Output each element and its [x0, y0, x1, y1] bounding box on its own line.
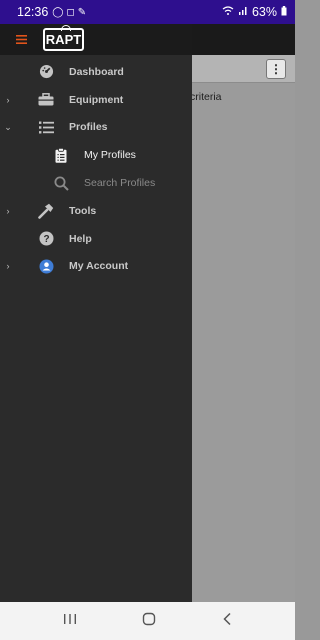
chevron-right-icon[interactable]: ›: [4, 95, 12, 105]
background-text: ch criteria: [176, 91, 222, 103]
sidebar-item-equipment[interactable]: › Equipment: [0, 86, 192, 114]
search-icon: [53, 175, 69, 191]
hammer-icon: [38, 203, 54, 219]
account-icon: [38, 258, 54, 274]
list-icon: [38, 119, 54, 135]
battery-level: 63%: [251, 5, 277, 19]
sidebar-item-my-account[interactable]: › My Account: [0, 253, 192, 281]
back-button[interactable]: [222, 612, 232, 631]
chevron-down-icon[interactable]: ⌄: [4, 122, 12, 133]
drawer-nav: Dashboard › Equipment ⌄ Profiles My Prof…: [0, 55, 192, 280]
svg-text:?: ?: [43, 234, 49, 245]
recent-apps-button[interactable]: [63, 612, 77, 630]
battery-icon: [281, 5, 287, 19]
status-time: 12:36: [17, 5, 49, 19]
hamburger-menu-icon[interactable]: [16, 33, 30, 46]
clipboard-icon: [53, 147, 69, 163]
sidebar-item-tools[interactable]: › Tools: [0, 197, 192, 225]
app-logo[interactable]: RAPT: [43, 25, 84, 51]
status-bar: 12:36 ◯ ◻ ✎ 63%: [0, 0, 295, 24]
tool-icon: ✎: [77, 6, 87, 18]
navigation-drawer: RAPT Dashboard › Equipment ⌄ Profiles My…: [0, 24, 192, 602]
chevron-right-icon[interactable]: ›: [4, 261, 12, 271]
sidebar-item-dashboard[interactable]: Dashboard: [0, 58, 192, 86]
system-navigation-bar: [0, 602, 295, 640]
sidebar-item-help[interactable]: ? Help: [0, 225, 192, 253]
signal-icon: [238, 6, 248, 19]
whatsapp-icon: ◯: [52, 6, 64, 18]
wifi-icon: [222, 5, 234, 19]
sidebar-item-profiles[interactable]: ⌄ Profiles: [0, 114, 192, 142]
toolbox-icon: [38, 92, 54, 108]
sidebar-item-search-profiles[interactable]: Search Profiles: [0, 169, 192, 197]
chevron-right-icon[interactable]: ›: [4, 206, 12, 216]
sidebar-item-my-profiles[interactable]: My Profiles: [0, 141, 192, 169]
drawer-header: RAPT: [0, 24, 192, 55]
home-button[interactable]: [142, 612, 156, 631]
gauge-icon: [38, 64, 54, 80]
more-options-button[interactable]: ⋮: [266, 59, 286, 79]
instagram-icon: ◻: [66, 6, 75, 18]
help-icon: ?: [38, 231, 54, 247]
